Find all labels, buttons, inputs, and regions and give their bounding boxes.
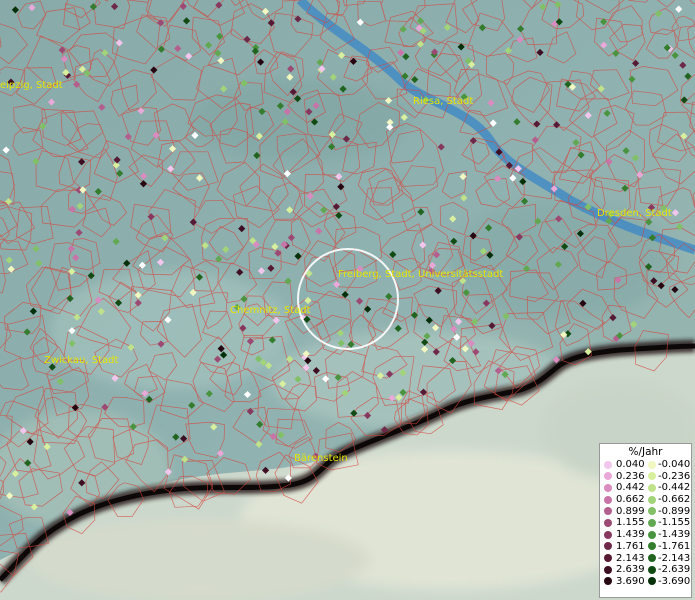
city-label-riesa: Riesa, Stadt — [413, 96, 473, 107]
legend-row: 0.040 -0.040 — [600, 459, 691, 471]
legend-row: 0.899 -0.899 — [600, 506, 691, 518]
legend-value-positive: 0.442 — [616, 482, 645, 494]
legend-value-positive: 0.662 — [616, 494, 645, 506]
legend-value-negative: -0.442 — [658, 482, 691, 494]
legend-swatch-positive — [604, 460, 612, 469]
legend-value-negative: -2.143 — [658, 552, 691, 564]
legend-title: %/Jahr — [628, 446, 663, 458]
legend-value-negative: -3.690 — [658, 575, 691, 587]
legend-swatch-positive — [604, 542, 612, 551]
legend-value-negative: -0.662 — [658, 494, 691, 506]
legend-row: 0.442 -0.442 — [600, 482, 691, 494]
city-label-zwickau: Zwickau, Stadt — [44, 355, 118, 366]
legend-swatch-negative — [648, 483, 656, 492]
legend-swatch-positive — [604, 554, 612, 562]
legend-row: 2.143 -2.143 — [600, 553, 691, 565]
legend-swatch-positive — [604, 507, 612, 516]
legend-value-positive: 0.236 — [616, 470, 645, 482]
legend-swatch-negative — [648, 495, 656, 504]
city-label-baerenstein: Bärenstein — [294, 453, 348, 464]
city-label-dresden: Dresden, Stadt — [597, 208, 672, 219]
legend-value-positive: 3.690 — [616, 575, 645, 587]
legend-swatch-positive — [604, 577, 612, 586]
legend-swatch-positive — [604, 530, 612, 539]
legend-rows: 0.040 -0.040 0.236 -0.236 0.442 -0.442 0.662 -0… — [600, 459, 691, 588]
legend-value-negative: -1.439 — [658, 529, 691, 541]
legend-row: 1.439 -1.439 — [600, 529, 691, 541]
legend-value-negative: -0.040 — [658, 459, 691, 470]
legend-value-negative: -0.236 — [658, 470, 691, 482]
legend-swatch-positive — [604, 483, 612, 492]
legend-value-positive: 1.155 — [616, 517, 645, 529]
legend-swatch-negative — [648, 530, 656, 539]
legend-value-positive: 2.639 — [616, 564, 645, 576]
legend-swatch-negative — [648, 460, 656, 469]
city-label-freiberg: Freiberg, Stadt, Universitätsstadt — [338, 269, 503, 280]
legend-swatch-positive — [604, 565, 612, 574]
legend-panel: %/Jahr 0.040 -0.040 0.236 -0.236 0.442 -0.442… — [599, 443, 692, 598]
legend-swatch-negative — [648, 577, 656, 586]
legend-swatch-negative — [648, 542, 656, 551]
city-label-chemnitz: Chemnitz, Stadt — [230, 305, 311, 316]
legend-swatch-positive — [604, 472, 612, 481]
legend-value-positive: 1.439 — [616, 529, 645, 541]
legend-row: 3.690 -3.690 — [600, 576, 691, 588]
legend-row: 1.155 -1.155 — [600, 517, 691, 529]
legend-swatch-negative — [648, 472, 656, 481]
legend-value-positive: 1.761 — [616, 540, 645, 552]
legend-swatch-negative — [648, 518, 656, 527]
legend-value-positive: 0.040 — [616, 459, 645, 470]
city-label-leipzig: eipzig, Stadt — [0, 80, 63, 91]
legend-swatch-negative — [648, 507, 656, 516]
legend-value-positive: 0.899 — [616, 505, 645, 517]
legend-swatch-positive — [604, 518, 612, 527]
legend-value-negative: -1.761 — [658, 540, 691, 552]
legend-value-positive: 2.143 — [616, 552, 645, 564]
legend-row: 0.236 -0.236 — [600, 471, 691, 483]
legend-row: 1.761 -1.761 — [600, 541, 691, 553]
legend-row: 2.639 -2.639 — [600, 564, 691, 576]
legend-value-negative: -1.155 — [658, 517, 691, 529]
legend-value-negative: -0.899 — [658, 505, 691, 517]
legend-value-negative: -2.639 — [658, 564, 691, 576]
map-canvas[interactable]: eipzig, Stadt Riesa, Stadt Dresden, Stad… — [0, 0, 695, 600]
legend-swatch-negative — [648, 565, 656, 574]
legend-swatch-positive — [604, 495, 612, 504]
legend-row: 0.662 -0.662 — [600, 494, 691, 506]
legend-swatch-negative — [648, 554, 656, 562]
